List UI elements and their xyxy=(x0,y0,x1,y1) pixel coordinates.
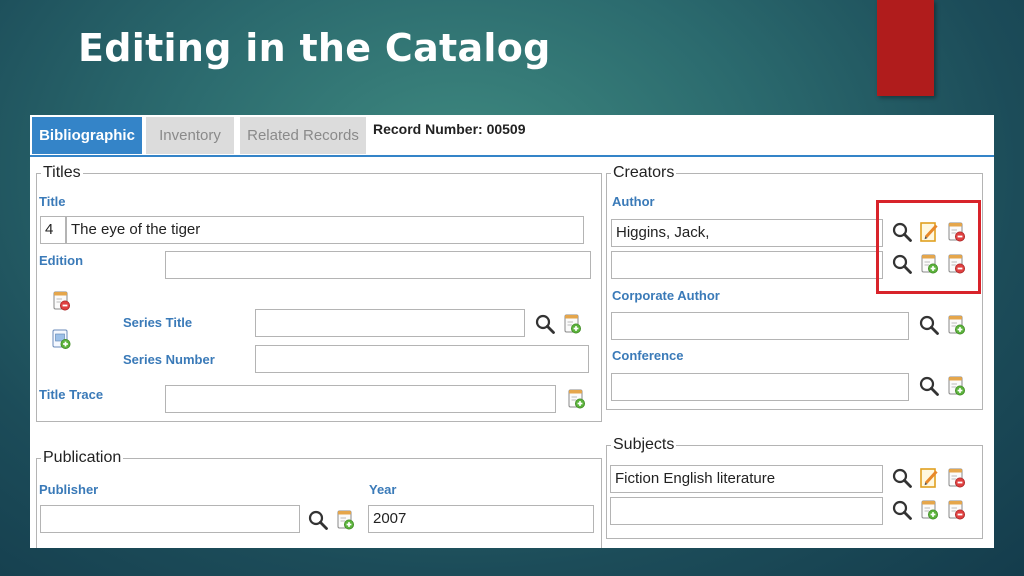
titles-legend: Titles xyxy=(43,164,81,181)
search-icon[interactable] xyxy=(307,509,329,531)
series-number-label: Series Number xyxy=(123,352,215,367)
add-record-icon[interactable] xyxy=(334,509,356,531)
corporate-author-field[interactable] xyxy=(611,312,909,340)
year-field[interactable]: 2007 xyxy=(368,505,594,533)
add-record-icon[interactable] xyxy=(945,314,967,336)
titles-section: Titles xyxy=(36,164,602,422)
subject-field-1[interactable]: Fiction English literature xyxy=(610,465,883,493)
remove-record-icon[interactable] xyxy=(50,290,72,312)
title-label: Title xyxy=(39,194,66,209)
search-icon[interactable] xyxy=(891,467,913,489)
edition-label: Edition xyxy=(39,253,84,268)
search-icon[interactable] xyxy=(918,314,940,336)
add-document-icon[interactable] xyxy=(50,328,72,350)
author-field-2[interactable] xyxy=(611,251,883,279)
publisher-label: Publisher xyxy=(39,482,99,497)
search-icon[interactable] xyxy=(534,313,556,335)
year-label: Year xyxy=(369,482,397,497)
remove-record-icon[interactable] xyxy=(945,499,967,521)
publisher-field[interactable] xyxy=(40,505,300,533)
corporate-author-label: Corporate Author xyxy=(612,288,720,303)
title-trace-label: Title Trace xyxy=(39,387,104,402)
series-title-label: Series Title xyxy=(123,315,193,330)
publication-legend: Publication xyxy=(43,449,122,466)
highlight-box xyxy=(876,200,981,294)
edition-field[interactable] xyxy=(165,251,591,279)
tab-related-records[interactable]: Related Records xyxy=(240,117,366,154)
add-record-icon[interactable] xyxy=(945,375,967,397)
conference-label: Conference xyxy=(612,348,684,363)
search-icon[interactable] xyxy=(891,499,913,521)
series-title-field[interactable] xyxy=(255,309,525,337)
series-number-field[interactable] xyxy=(255,345,589,373)
publication-section: Publication xyxy=(36,449,602,548)
edit-record-icon[interactable] xyxy=(918,467,940,489)
remove-record-icon[interactable] xyxy=(945,467,967,489)
search-icon[interactable] xyxy=(918,375,940,397)
title-trace-field[interactable] xyxy=(165,385,556,413)
catalog-screenshot: Bibliographic Inventory Related Records … xyxy=(30,115,994,548)
tab-bibliographic[interactable]: Bibliographic xyxy=(32,117,142,154)
slide-title: Editing in the Catalog xyxy=(78,26,551,70)
author-field-1[interactable]: Higgins, Jack, xyxy=(611,219,883,247)
add-record-icon[interactable] xyxy=(565,388,587,410)
title-field[interactable]: The eye of the tiger xyxy=(66,216,584,244)
tab-underline xyxy=(30,155,994,157)
add-record-icon[interactable] xyxy=(918,499,940,521)
conference-field[interactable] xyxy=(611,373,909,401)
red-accent-bar xyxy=(877,0,934,96)
tab-inventory[interactable]: Inventory xyxy=(146,117,234,154)
add-record-icon[interactable] xyxy=(561,313,583,335)
author-label: Author xyxy=(612,194,655,209)
record-number: Record Number: 00509 xyxy=(373,121,526,137)
title-nonfiling-field[interactable]: 4 xyxy=(40,216,66,244)
subjects-legend: Subjects xyxy=(613,436,675,453)
subject-field-2[interactable] xyxy=(610,497,883,525)
creators-legend: Creators xyxy=(613,164,675,181)
